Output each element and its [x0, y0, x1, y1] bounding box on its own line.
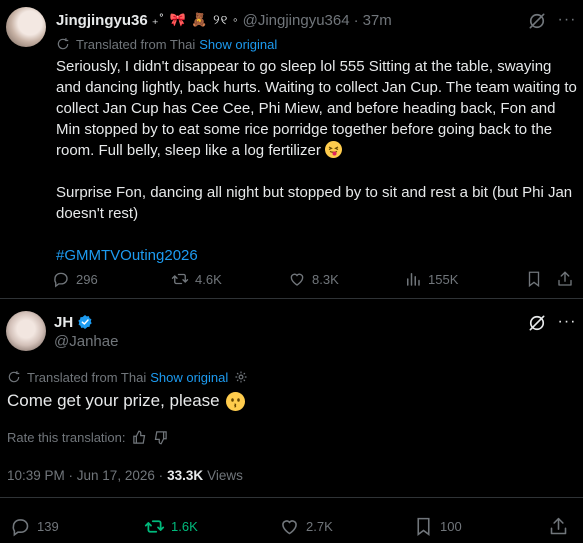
translated-label: Translated from Thai: [76, 36, 196, 52]
author-name[interactable]: Jingjingyu36: [56, 12, 148, 29]
reply-icon: [54, 272, 68, 288]
repost-icon: [144, 519, 165, 533]
author-name[interactable]: JH: [54, 314, 73, 331]
name-decoration: ₊˚ 🎀 🧸 ୨୧ ◦: [151, 12, 239, 27]
tweet-text: Come get your prize, please: [7, 391, 220, 410]
tweet-1-header: Jingjingyu36 ₊˚ 🎀 🧸 ୨୧ ◦ @Jingjingyu364 …: [56, 10, 392, 30]
share-button[interactable]: [556, 268, 580, 290]
body-paragraph-1: Seriously, I didn't disappear to go slee…: [56, 58, 577, 159]
post-timestamp[interactable]: 10:39 PM · Jun 17, 2026 ·: [7, 468, 163, 483]
show-original-link[interactable]: Show original: [150, 370, 228, 385]
reply-count: 296: [76, 271, 98, 287]
translation-notice: Translated from Thai Show original: [7, 368, 248, 386]
reply-button[interactable]: 139: [10, 514, 59, 538]
translate-icon: [57, 38, 69, 50]
like-count: 2.7K: [306, 518, 333, 534]
views-button[interactable]: 155K: [404, 268, 458, 290]
reply-button[interactable]: 296: [52, 268, 98, 290]
author-handle[interactable]: @Janhae: [54, 333, 118, 350]
mute-icon[interactable]: [527, 313, 547, 333]
bookmark-count: 100: [440, 518, 462, 534]
like-count: 8.3K: [312, 271, 339, 287]
rate-label: Rate this translation:: [7, 429, 126, 445]
dot-separator: ·: [353, 11, 359, 29]
rate-translation: Rate this translation:: [7, 428, 168, 446]
tweet-2-text: Come get your prize, please: [7, 391, 245, 411]
repost-count: 4.6K: [195, 271, 222, 287]
hashtag-link[interactable]: #GMMTVOuting2026: [56, 247, 198, 264]
bookmark-button[interactable]: 100: [413, 514, 462, 538]
repost-button[interactable]: 1.6K: [144, 514, 198, 538]
share-icon: [558, 271, 572, 286]
divider: [0, 298, 583, 299]
reply-count: 139: [37, 518, 59, 534]
tweet-2-actions: 139 1.6K 2.7K 100: [10, 514, 575, 538]
repost-count: 1.6K: [171, 518, 198, 534]
bookmark-button[interactable]: [525, 268, 549, 290]
mute-icon[interactable]: [527, 11, 547, 31]
show-original-link[interactable]: Show original: [199, 37, 277, 52]
verified-badge-icon[interactable]: [77, 314, 93, 330]
like-button[interactable]: 8.3K: [288, 268, 339, 290]
divider: [0, 497, 583, 498]
bookmark-icon: [528, 271, 540, 288]
more-icon[interactable]: ···: [557, 312, 577, 332]
tweet-1[interactable]: Jingjingyu36 ₊˚ 🎀 🧸 ୨୧ ◦ @Jingjingyu364 …: [0, 0, 583, 298]
post-time[interactable]: 37m: [363, 12, 392, 29]
gear-icon[interactable]: [234, 370, 248, 384]
author-handle[interactable]: @Jingjingyu364: [243, 12, 350, 29]
squinting-tongue-emoji-icon: [325, 141, 342, 158]
tweet-1-body: Seriously, I didn't disappear to go slee…: [56, 56, 578, 287]
tweet-meta: 10:39 PM · Jun 17, 2026 · 33.3K Views: [7, 466, 243, 484]
views-count: 155K: [428, 271, 459, 287]
avatar[interactable]: [6, 7, 46, 47]
more-icon[interactable]: ···: [557, 10, 577, 30]
like-icon: [282, 519, 297, 534]
tweet-1-actions: 296 4.6K 8.3K 155K: [52, 268, 572, 290]
share-icon: [550, 517, 567, 534]
thumbs-up-icon[interactable]: [132, 430, 147, 445]
translate-icon: [8, 371, 20, 383]
kissing-face-emoji-icon: [225, 391, 245, 411]
body-paragraph-2: Surprise Fon, dancing all night but stop…: [56, 184, 573, 222]
repost-button[interactable]: 4.6K: [171, 268, 222, 290]
avatar[interactable]: [6, 311, 46, 351]
repost-icon: [171, 273, 189, 285]
view-count: 33.3K: [167, 467, 204, 483]
views-label: Views: [207, 467, 243, 483]
like-button[interactable]: 2.7K: [279, 514, 333, 538]
translated-label: Translated from Thai: [27, 369, 147, 385]
reply-icon: [12, 518, 29, 536]
thumbs-down-icon[interactable]: [153, 430, 168, 445]
author-name-row: JH: [54, 312, 93, 332]
bookmark-icon: [417, 517, 430, 536]
like-icon: [290, 273, 304, 286]
translation-notice: Translated from Thai Show original: [56, 35, 277, 53]
share-button[interactable]: [548, 514, 575, 538]
views-icon: [407, 273, 420, 286]
